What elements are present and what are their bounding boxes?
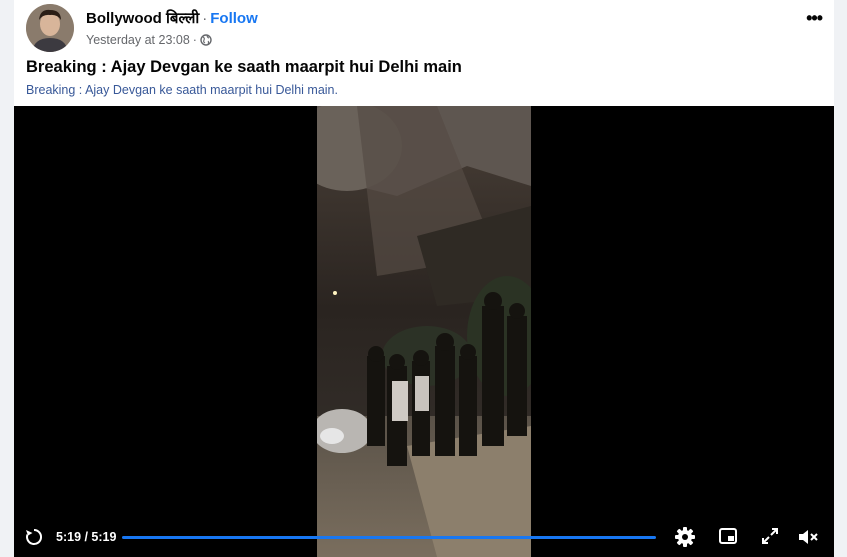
separator-dot: · [202,10,208,27]
video-still [317,106,531,557]
follow-button[interactable]: Follow [210,10,258,27]
post-description: Breaking : Ajay Devgan ke saath maarpit … [26,83,338,97]
author-line: Bollywood बिल्ली · Follow [86,8,258,28]
post-card: Bollywood बिल्ली · Follow Yesterday at 23:… [14,0,834,557]
video-controls: 5:19 / 5:19 [14,517,834,557]
separator-dot: · [192,33,197,47]
fullscreen-icon[interactable] [760,526,780,551]
video-frame [317,106,531,557]
profile-photo [26,4,74,52]
video-player[interactable]: 5:19 / 5:19 [14,106,834,557]
post-meta: Yesterday at 23:08 · [86,33,212,47]
settings-icon[interactable] [674,526,696,553]
volume-muted-icon[interactable] [797,526,819,553]
replay-icon[interactable] [24,527,44,552]
post-title: Breaking : Ajay Devgan ke saath maarpit … [26,58,462,76]
time-display: 5:19 / 5:19 [56,530,117,544]
more-options-button[interactable]: ••• [806,8,823,29]
picture-in-picture-icon[interactable] [718,526,738,551]
progress-bar[interactable] [122,536,656,539]
post-timestamp[interactable]: Yesterday at 23:08 [86,33,190,47]
globe-icon [200,34,212,46]
avatar[interactable] [26,4,74,52]
author-name[interactable]: Bollywood बिल्ली [86,10,199,27]
